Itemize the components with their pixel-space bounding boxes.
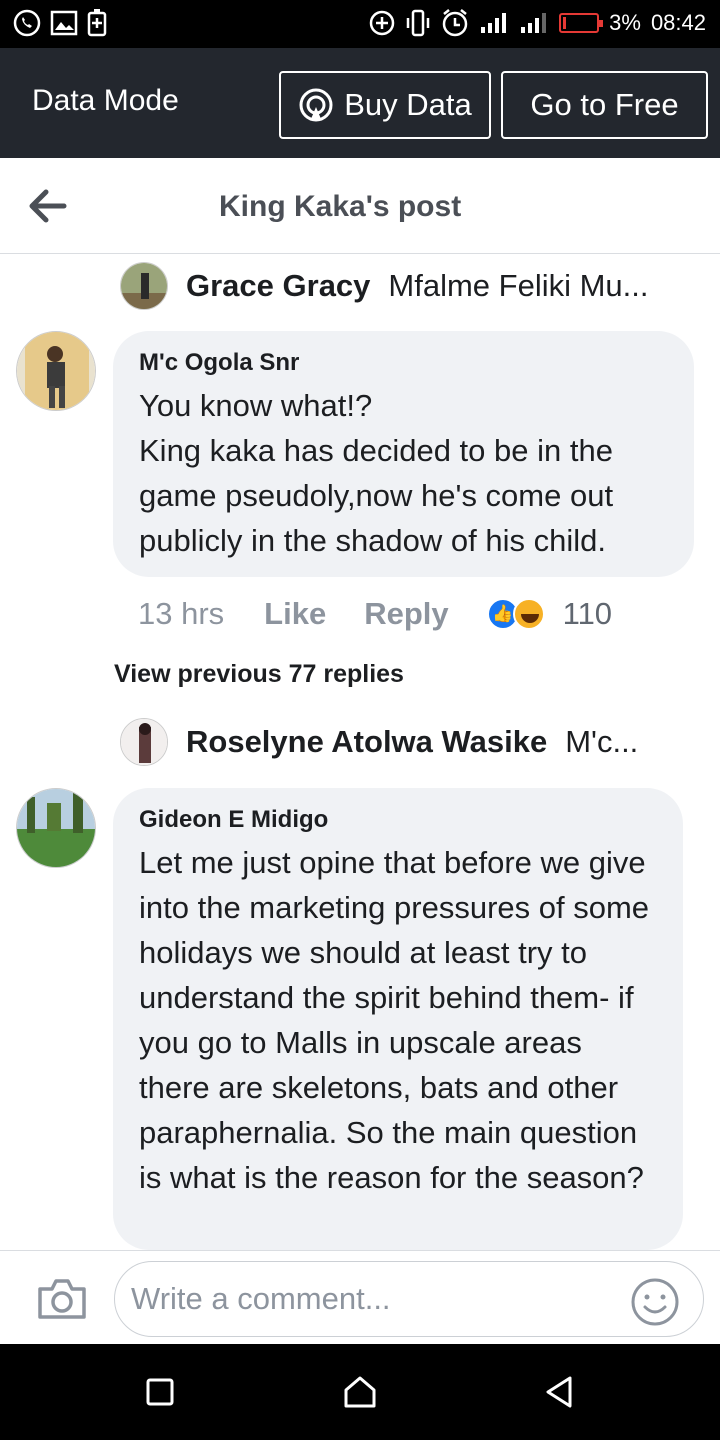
comment-input[interactable] <box>114 1261 704 1337</box>
post-header: King Kaka's post <box>0 158 720 254</box>
data-mode-title: Data Mode <box>32 84 179 117</box>
reply-snippet: M'c... <box>565 724 639 759</box>
avatar[interactable] <box>16 331 96 411</box>
go-to-free-label: Go to Free <box>530 87 679 122</box>
comment-time: 13 hrs <box>138 596 225 631</box>
data-saver-icon <box>369 10 395 36</box>
comment-text: Let me just opine that before we give in… <box>139 845 650 1195</box>
battery-saver-icon <box>87 9 107 37</box>
page-title: King Kaka's post <box>219 190 462 223</box>
back-icon[interactable] <box>540 1372 580 1412</box>
comment-text: You know what!? King kaka has decided to… <box>139 388 614 558</box>
reply-snippet: Mfalme Feliki Mu... <box>388 268 649 303</box>
recents-icon[interactable] <box>140 1372 180 1412</box>
navigation-bar <box>0 1344 720 1440</box>
battery-percent: 3% <box>609 10 641 35</box>
reply-preview[interactable]: Grace Gracy Mfalme Feliki Mu... <box>120 262 700 310</box>
reactions[interactable]: 👍 <box>486 596 549 632</box>
signal-2-icon <box>521 13 547 33</box>
whatsapp-icon <box>13 9 41 37</box>
reaction-count[interactable]: 110 <box>563 596 612 632</box>
buy-data-button[interactable]: Buy Data <box>279 71 491 139</box>
like-button[interactable]: Like <box>264 596 326 632</box>
alarm-icon <box>442 9 468 37</box>
status-bar: 3% 08:42 <box>0 0 720 48</box>
reply-preview[interactable]: Roselyne Atolwa Wasike M'c... <box>120 718 700 766</box>
reply-author[interactable]: Grace Gracy <box>186 268 370 304</box>
comment-bubble[interactable]: M'c Ogola Snr You know what!? King kaka … <box>113 331 694 577</box>
battery-icon <box>559 13 604 33</box>
reply-author[interactable]: Roselyne Atolwa Wasike <box>186 724 547 760</box>
back-arrow-icon[interactable] <box>28 188 68 224</box>
vibrate-icon <box>406 9 430 37</box>
comment-composer <box>0 1250 720 1344</box>
avatar[interactable] <box>120 718 168 766</box>
home-icon[interactable] <box>340 1372 380 1412</box>
avatar[interactable] <box>120 262 168 310</box>
comment-author[interactable]: Gideon E Midigo <box>139 806 657 834</box>
signal-icon <box>481 13 507 33</box>
haha-reaction-icon <box>512 598 545 630</box>
comment-bubble[interactable]: Gideon E Midigo Let me just opine that b… <box>113 788 683 1250</box>
gallery-icon <box>50 10 78 36</box>
reply-button[interactable]: Reply <box>364 596 448 632</box>
go-to-free-button[interactable]: Go to Free <box>501 71 708 139</box>
data-mode-bar: Data Mode Buy Data Go to Free <box>0 48 720 158</box>
buy-data-label: Buy Data <box>344 87 472 122</box>
clock: 08:42 <box>650 10 706 35</box>
avatar[interactable] <box>16 788 96 868</box>
emoji-icon[interactable] <box>630 1277 680 1327</box>
comment-author[interactable]: M'c Ogola Snr <box>139 349 668 377</box>
broadcast-icon <box>299 88 333 122</box>
comment-actions: 13 hrs Like Reply 👍 110 <box>138 592 612 636</box>
view-previous-replies[interactable]: View previous 77 replies <box>114 660 404 689</box>
camera-icon[interactable] <box>36 1277 88 1321</box>
